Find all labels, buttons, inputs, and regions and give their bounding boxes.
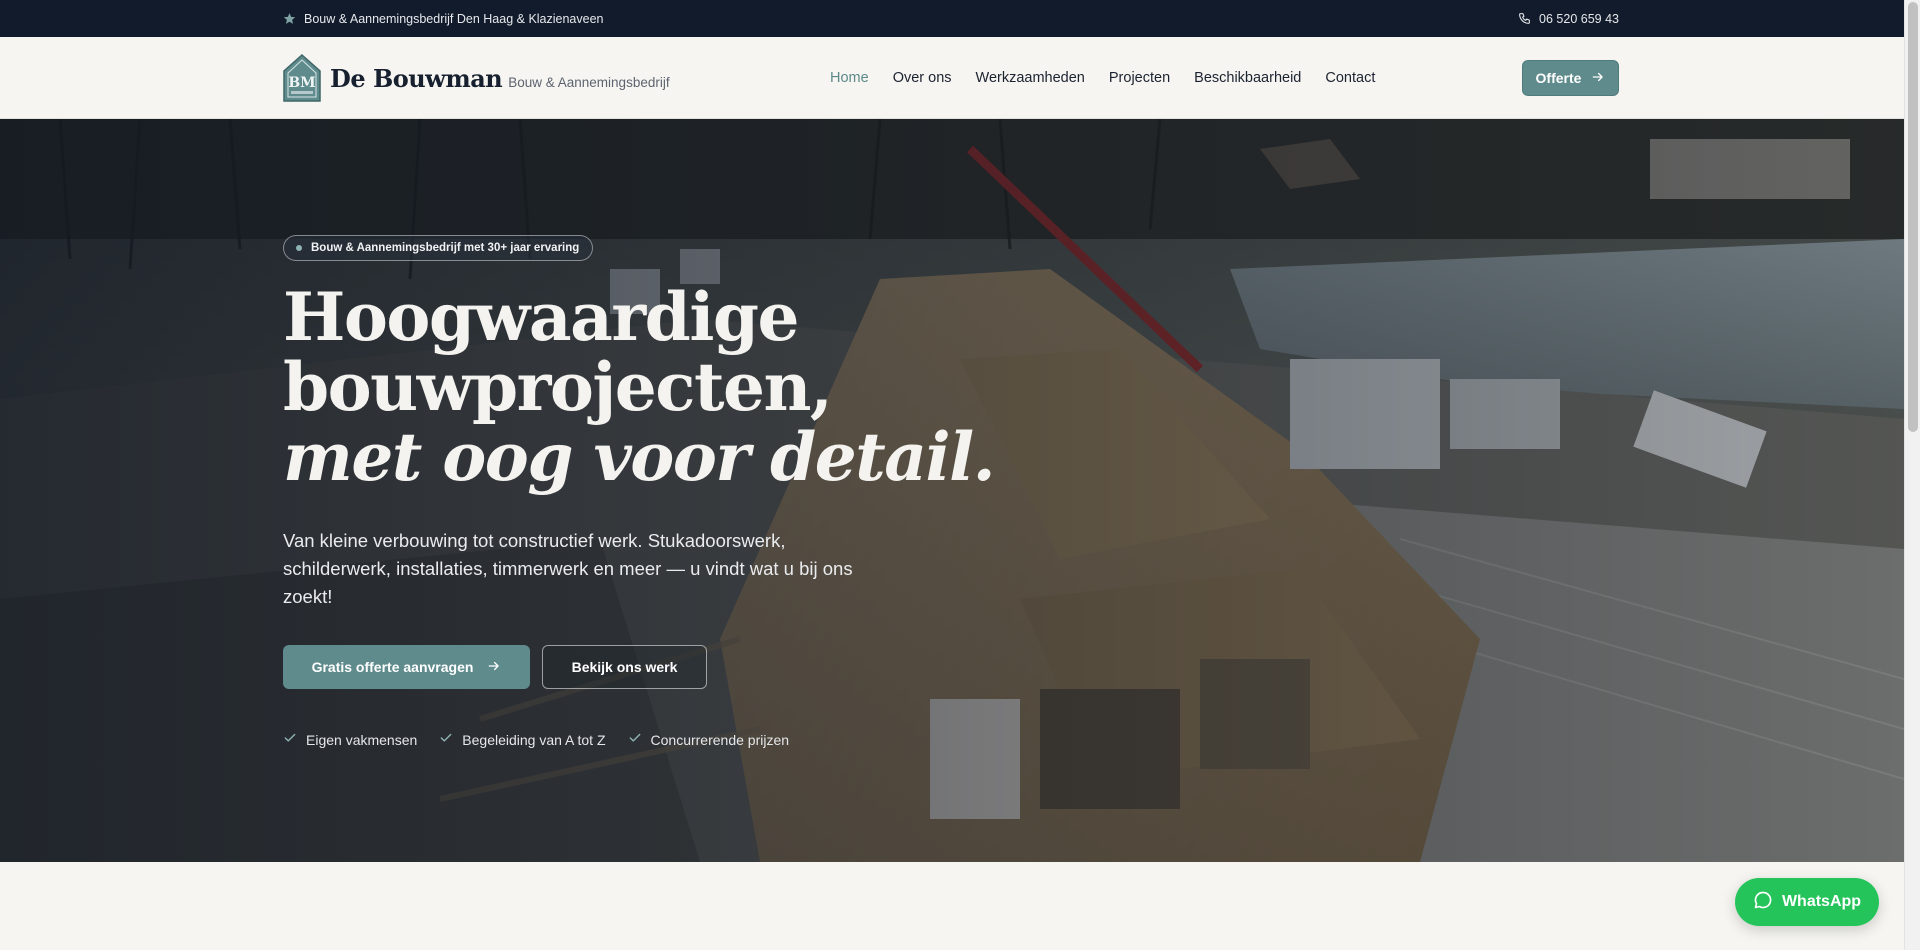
star-icon [283,12,296,25]
check-icon [439,731,453,748]
chat-bubble-icon [1753,890,1773,915]
top-bar-tagline: Bouw & Aannemingsbedrijf Den Haag & Klaz… [304,11,604,26]
view-work-button[interactable]: Bekijk ons werk [542,645,707,689]
benefit-label: Begeleiding van A tot Z [462,731,606,748]
scrollbar-thumb[interactable] [1908,2,1918,432]
nav-item-beschikbaarheid[interactable]: Beschikbaarheid [1182,70,1313,86]
experience-badge-label: Bouw & Aannemingsbedrijf met 30+ jaar er… [311,242,580,254]
benefit-item: Begeleiding van A tot Z [439,731,606,748]
headline-line-3: met oog voor detail. [283,418,996,496]
request-quote-button[interactable]: Gratis offerte aanvragen [283,645,530,689]
whatsapp-button[interactable]: WhatsApp [1735,878,1879,926]
nav-item-werkzaamheden[interactable]: Werkzaamheden [964,70,1097,86]
nav-item-contact[interactable]: Contact [1313,70,1387,86]
hero-content: Bouw & Aannemingsbedrijf met 30+ jaar er… [283,119,1183,862]
request-quote-button-label: Gratis offerte aanvragen [311,659,474,675]
brand-subtitle: Bouw & Aannemingsbedrijf [508,74,670,90]
arrow-right-icon [487,659,501,676]
benefit-label: Eigen vakmensen [306,731,418,748]
benefit-item: Eigen vakmensen [283,731,417,748]
nav-item-over-ons[interactable]: Over ons [881,70,964,86]
page-scrollbar[interactable] [1904,0,1920,950]
offerte-button[interactable]: Offerte [1522,60,1619,96]
site-header: BM De Bouwman Bouw & Aannemingsbedrijf H… [0,37,1904,119]
benefit-label: Concurrerende prijzen [650,731,790,748]
top-bar: Bouw & Aannemingsbedrijf Den Haag & Klaz… [0,0,1904,37]
hero-lead-text: Van kleine verbouwing tot constructief w… [283,530,853,607]
main-nav: Home Over ons Werkzaamheden Projecten Be… [818,37,1387,119]
brand-name: De Bouwman [330,63,503,93]
hero-section: Bouw & Aannemingsbedrijf met 30+ jaar er… [0,119,1904,862]
check-icon [283,731,297,748]
nav-item-projecten[interactable]: Projecten [1097,70,1182,86]
view-work-button-label: Bekijk ons werk [571,659,678,675]
headline-line-2: bouwprojecten, [283,348,833,426]
arrow-right-icon [1591,70,1605,87]
top-bar-phone: 06 520 659 43 [1539,11,1619,26]
nav-item-home[interactable]: Home [818,70,881,86]
experience-badge: Bouw & Aannemingsbedrijf met 30+ jaar er… [283,235,594,261]
badge-dot-icon [296,245,302,251]
logo-letters: BM [288,75,315,91]
logo-link[interactable]: BM De Bouwman Bouw & Aannemingsbedrijf [283,53,670,103]
benefit-item: Concurrerende prijzen [628,731,790,748]
headline-line-1: Hoogwaardige [283,278,800,356]
top-bar-tagline-group: Bouw & Aannemingsbedrijf Den Haag & Klaz… [283,0,604,37]
phone-icon [1518,12,1531,25]
check-icon [628,731,642,748]
offerte-button-label: Offerte [1535,70,1582,86]
hero-headline: Hoogwaardige bouwprojecten, met oog voor… [283,278,996,496]
whatsapp-button-label: WhatsApp [1781,893,1862,910]
logo-house-icon: BM [283,54,321,102]
top-bar-phone-link[interactable]: 06 520 659 43 [1518,0,1619,37]
benefits-list: Eigen vakmensen Begeleiding van A tot Z … [283,731,789,748]
